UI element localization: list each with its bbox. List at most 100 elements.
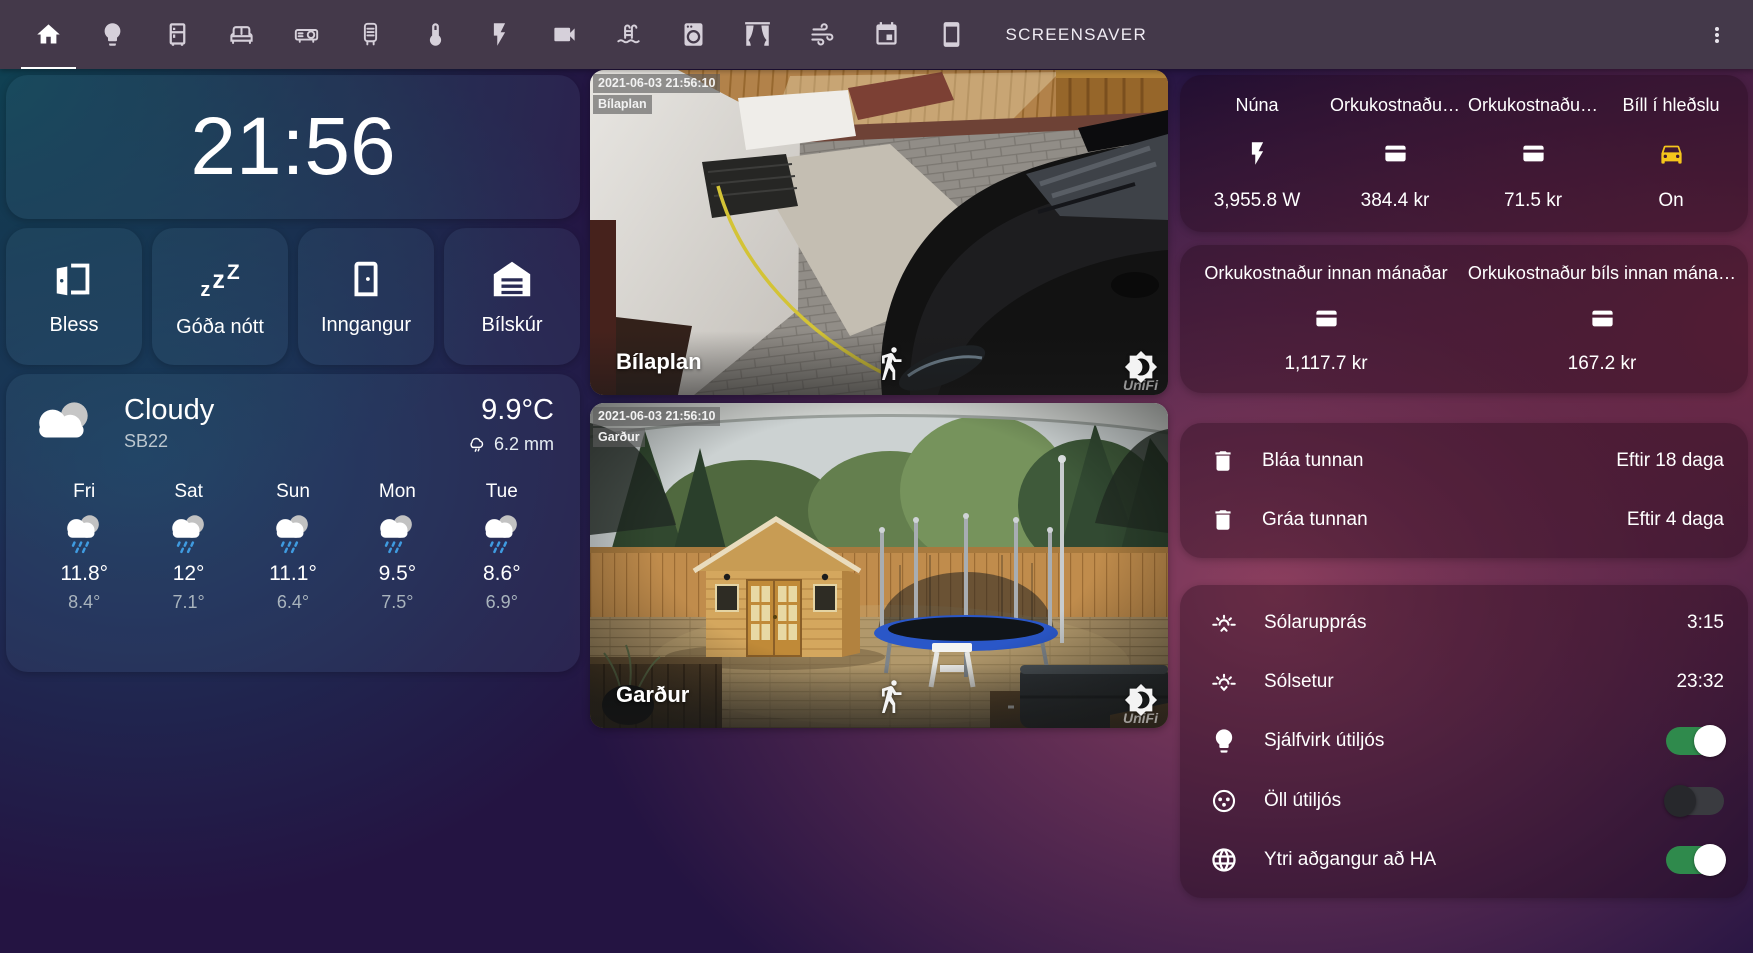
wind-icon (809, 21, 836, 48)
camera-bilaplan[interactable]: 2021-06-03 21:56:10 Bílaplan Bílaplan Un… (590, 70, 1168, 395)
camera-overlay-info: 2021-06-03 21:56:10 Garður (593, 407, 720, 447)
fridge-icon (164, 21, 191, 48)
all-outdoor-lights-row: Öll útiljós (1180, 772, 1748, 830)
weather-precipitation: 6.2 mm (466, 433, 554, 455)
cash-icon (1382, 140, 1409, 167)
clock-card: 21:56 (6, 75, 580, 219)
forecast-day: Sat 12° 7.1° (136, 481, 240, 613)
energy-month-card: Orkukostnaður innan mánaðar 1,117.7 kr O… (1180, 245, 1748, 393)
garage-icon (489, 256, 535, 302)
toggle-thumb (1694, 725, 1726, 757)
tab-home[interactable] (16, 0, 81, 69)
tab-laundry[interactable] (661, 0, 726, 69)
brightness-icon[interactable] (1124, 350, 1158, 384)
washing-machine-icon (680, 21, 707, 48)
tab-curtains[interactable] (726, 0, 791, 69)
tab-kitchen[interactable] (145, 0, 210, 69)
weather-condition: Cloudy (124, 394, 214, 427)
entrance-button[interactable]: Inngangur (298, 228, 434, 365)
weather-temperature: 9.9°C (466, 394, 554, 427)
lightbulb-icon (99, 21, 126, 48)
tab-cameras[interactable] (532, 0, 597, 69)
camera-overlay-info: 2021-06-03 21:56:10 Bílaplan (593, 74, 720, 114)
garbage-row-gray-bin[interactable]: Gráa tunnan Eftir 4 daga (1180, 492, 1748, 548)
screensaver-tab-label[interactable]: SCREENSAVER (1006, 25, 1148, 45)
stat-energy-cost-2[interactable]: Orkukostnaðu… 71.5 kr (1464, 89, 1602, 218)
sunrise-row[interactable]: Sólarupprás 3:15 (1180, 594, 1748, 652)
lightbulb-icon (1210, 727, 1238, 755)
tab-lights[interactable] (81, 0, 146, 69)
cash-icon (1313, 305, 1340, 332)
camera-name-label: Bílaplan (616, 349, 702, 375)
tab-pool[interactable] (597, 0, 662, 69)
stat-month-car-cost[interactable]: Orkukostnaður bíls innan mána… 167.2 kr (1464, 257, 1740, 381)
forecast-day: Mon 9.5° 7.5° (345, 481, 449, 613)
garbage-row-blue-bin[interactable]: Bláa tunnan Eftir 18 daga (1180, 433, 1748, 489)
camera-gardur[interactable]: 2021-06-03 21:56:10 Garður Garður UniFi (590, 403, 1168, 728)
rainy-cloud-icon (270, 511, 316, 555)
forecast-day: Fri 11.8° 8.4° (32, 481, 136, 613)
sleep-zzz-icon: z z Z (200, 254, 239, 304)
car-icon (1658, 140, 1685, 167)
sun-and-controls-card: Sólarupprás 3:15 Sólsetur 23:32 Sjálfvir… (1180, 585, 1748, 898)
tab-energy[interactable] (468, 0, 533, 69)
stat-power-now[interactable]: Núna 3,955.8 W (1188, 89, 1326, 218)
tab-livingroom[interactable] (210, 0, 275, 69)
rainy-cloud-icon (61, 511, 107, 555)
flash-icon (486, 21, 513, 48)
tab-ventilation[interactable] (790, 0, 855, 69)
thermometer-icon (422, 21, 449, 48)
brightness-icon[interactable] (1124, 683, 1158, 717)
garbage-card: Bláa tunnan Eftir 18 daga Gráa tunnan Ef… (1180, 423, 1748, 558)
toggle-thumb (1664, 785, 1696, 817)
dashboard-screen: SCREENSAVER 21:56 Bless z z Z Góða nótt … (0, 0, 1753, 953)
flash-icon (1244, 140, 1271, 167)
quick-button-label: Bless (50, 314, 99, 337)
water-heater-icon (357, 21, 384, 48)
forecast-day: Sun 11.1° 6.4° (241, 481, 345, 613)
sofa-icon (228, 21, 255, 48)
projector-icon (293, 21, 320, 48)
stat-energy-cost[interactable]: Orkukostnaðu… 384.4 kr (1326, 89, 1464, 218)
camera-timestamp: 2021-06-03 21:56:10 (593, 74, 720, 93)
all-outdoor-lights-toggle[interactable] (1666, 787, 1724, 815)
weather-station: SB22 (124, 431, 214, 452)
curtains-icon (744, 21, 771, 48)
tablet-icon (938, 21, 965, 48)
clock-time: 21:56 (190, 106, 395, 188)
tab-media[interactable] (274, 0, 339, 69)
motion-walk-icon[interactable] (873, 680, 909, 716)
rainy-cloud-icon (374, 511, 420, 555)
energy-now-card: Núna 3,955.8 W Orkukostnaðu… 384.4 kr Or… (1180, 75, 1748, 232)
garage-button[interactable]: Bílskúr (444, 228, 580, 365)
weather-current: Cloudy SB22 9.9°C 6.2 mm (32, 394, 554, 455)
sunset-row[interactable]: Sólsetur 23:32 (1180, 653, 1748, 711)
goodnight-button[interactable]: z z Z Góða nótt (152, 228, 288, 365)
sunset-icon (1210, 668, 1238, 696)
toggle-thumb (1694, 844, 1726, 876)
stat-car-charging[interactable]: Bíll í hleðslu On (1602, 89, 1740, 218)
camera-id-label: Garður (593, 428, 645, 447)
stat-month-cost[interactable]: Orkukostnaður innan mánaðar 1,117.7 kr (1188, 257, 1464, 381)
tab-calendar[interactable] (855, 0, 920, 69)
weather-card[interactable]: Cloudy SB22 9.9°C 6.2 mm Fri 11.8° 8.4° … (6, 374, 580, 672)
rain-icon (466, 433, 488, 455)
tab-climate[interactable] (403, 0, 468, 69)
tab-water-heater[interactable] (339, 0, 404, 69)
quick-buttons-row: Bless z z Z Góða nótt Inngangur Bílskúr (6, 228, 580, 365)
auto-outdoor-lights-toggle[interactable] (1666, 727, 1724, 755)
quick-button-label: Góða nótt (176, 316, 264, 339)
calendar-icon (873, 21, 900, 48)
door-icon (343, 256, 389, 302)
app-bar: SCREENSAVER (0, 0, 1753, 69)
tab-tablet[interactable] (919, 0, 984, 69)
cloudy-icon (32, 398, 98, 448)
overflow-menu-button[interactable] (1697, 15, 1737, 55)
motion-walk-icon[interactable] (873, 347, 909, 383)
external-access-toggle[interactable] (1666, 846, 1724, 874)
rainy-cloud-icon (479, 511, 525, 555)
bless-button[interactable]: Bless (6, 228, 142, 365)
forecast-day: Tue 8.6° 6.9° (450, 481, 554, 613)
globe-icon (1210, 846, 1238, 874)
power-socket-icon (1210, 787, 1238, 815)
